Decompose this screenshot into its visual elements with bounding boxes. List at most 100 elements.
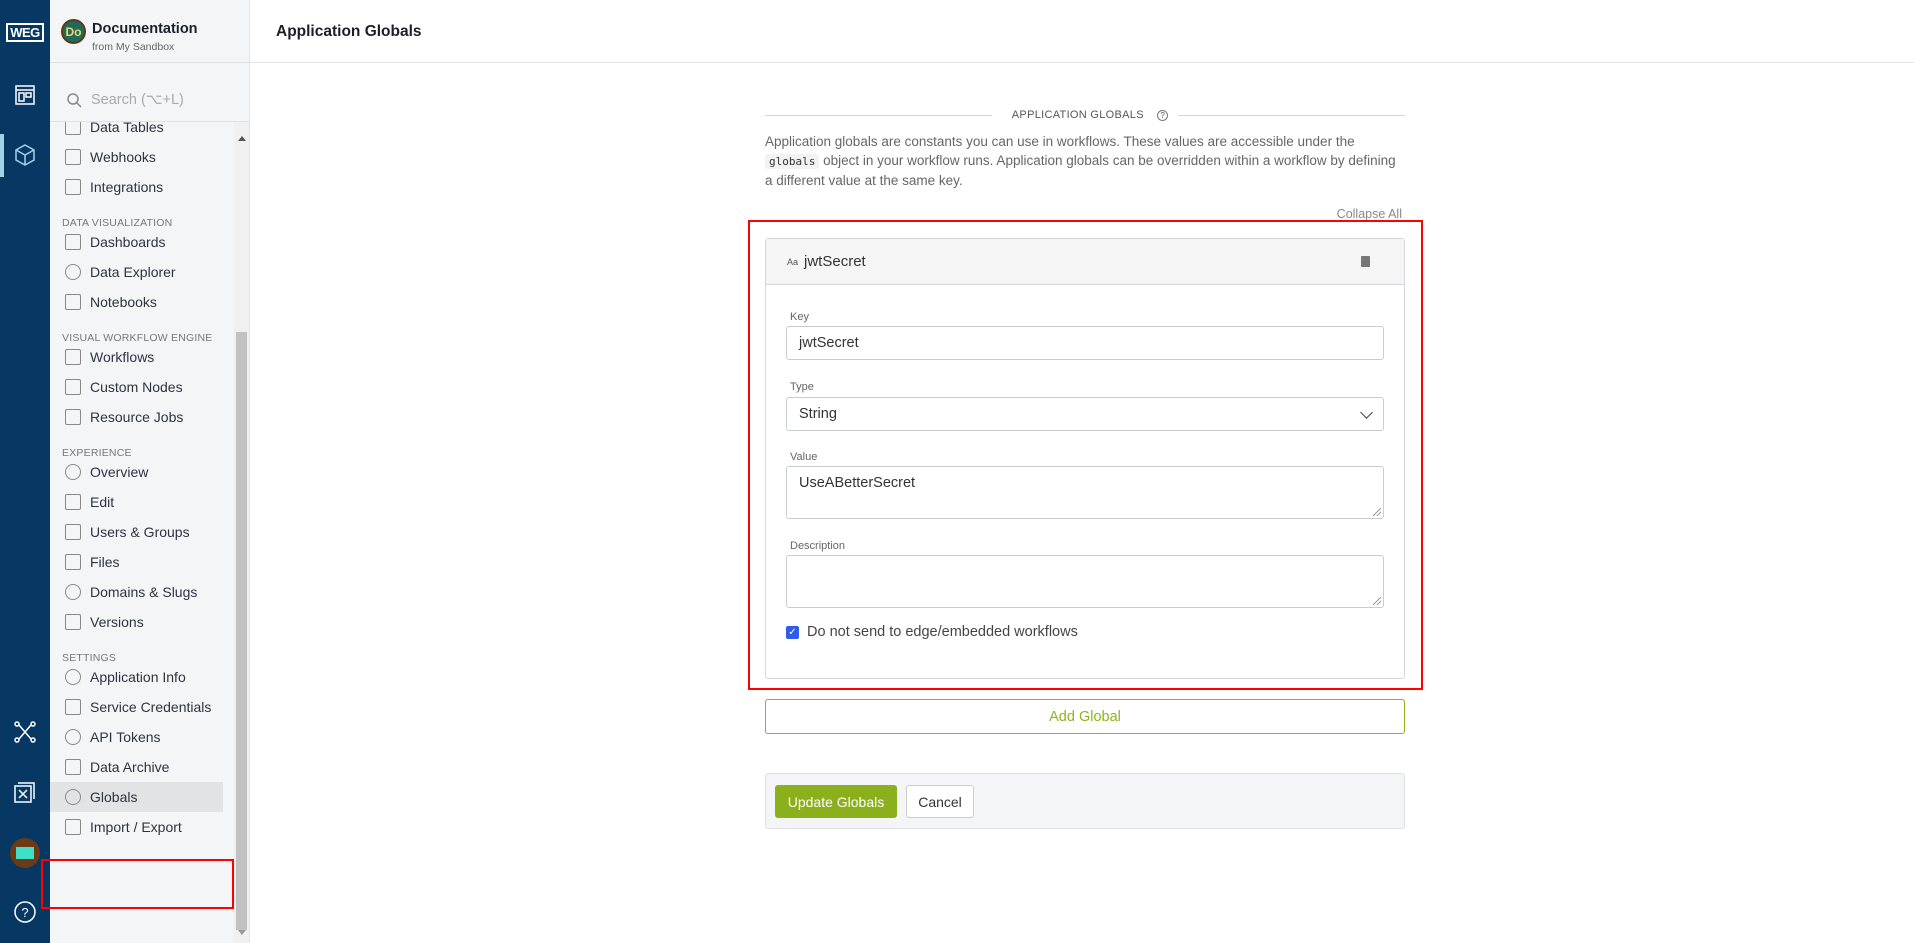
sidebar-item-label: Files	[90, 554, 120, 570]
nav-item-icon	[65, 554, 81, 570]
weg-logo-icon[interactable]: WEG	[6, 19, 44, 45]
search-icon	[67, 93, 82, 108]
dashboard-icon[interactable]	[12, 82, 38, 108]
section-heading: APPLICATION GLOBALS ?	[765, 100, 1405, 130]
collapse-all-link[interactable]: Collapse All	[1337, 207, 1402, 221]
nav-item-icon	[65, 294, 81, 310]
sidebar-item-dashboards[interactable]: Dashboards	[50, 227, 223, 257]
sidebar-item-label: Data Explorer	[90, 264, 176, 280]
sidebar-item-workflows[interactable]: Workflows	[50, 342, 223, 372]
nav-item-icon	[65, 789, 81, 805]
sidebar-item-resource-jobs[interactable]: Resource Jobs	[50, 402, 223, 432]
user-avatar[interactable]	[10, 838, 40, 868]
add-global-button[interactable]: Add Global	[765, 699, 1405, 734]
sidebar-item-users-groups[interactable]: Users & Groups	[50, 517, 223, 547]
resize-handle[interactable]	[1373, 597, 1381, 605]
trash-icon[interactable]	[1361, 256, 1370, 267]
sidebar-item-label: Globals	[90, 789, 138, 805]
sidebar-item-label: Edit	[90, 494, 115, 510]
sidebar-item-label: Versions	[90, 614, 144, 630]
nav-item-icon	[65, 122, 81, 135]
sidebar-item-import-export[interactable]: Import / Export	[50, 812, 223, 842]
value-label: Value	[790, 451, 818, 463]
sidebar-item-data-tables[interactable]: Data Tables	[50, 122, 223, 142]
value-textarea[interactable]: UseABetterSecret	[786, 466, 1384, 519]
form-footer: Update Globals Cancel	[765, 773, 1405, 829]
value-text: UseABetterSecret	[799, 475, 916, 491]
sidebar-item-label: Import / Export	[90, 819, 182, 835]
icon-rail: WEG ?	[0, 0, 50, 943]
cube-icon[interactable]	[12, 142, 38, 168]
nav-item-icon	[65, 464, 81, 480]
resize-handle[interactable]	[1373, 508, 1381, 516]
global-card-header[interactable]: Aa jwtSecret	[766, 239, 1404, 285]
sidebar-item-api-tokens[interactable]: API Tokens	[50, 722, 223, 752]
sidebar: Do Documentation from My Sandbox Search …	[50, 0, 250, 943]
sidebar-item-label: Workflows	[90, 349, 155, 365]
type-select[interactable]: String	[786, 397, 1384, 431]
key-label: Key	[790, 311, 809, 323]
search-input[interactable]: Search (⌥+L)	[50, 79, 250, 122]
sidebar-item-domains-slugs[interactable]: Domains & Slugs	[50, 577, 223, 607]
sidebar-item-custom-nodes[interactable]: Custom Nodes	[50, 372, 223, 402]
workflow-stack-icon[interactable]	[12, 779, 38, 805]
sidebar-item-label: Service Credentials	[90, 699, 212, 715]
nav-item-icon	[65, 379, 81, 395]
nav-item-icon	[65, 669, 81, 685]
nav-item-icon	[65, 819, 81, 835]
sidebar-item-label: Notebooks	[90, 294, 157, 310]
sidebar-item-label: API Tokens	[90, 729, 161, 745]
no-edge-label[interactable]: Do not send to edge/embedded workflows	[807, 624, 1078, 640]
global-card: Aa jwtSecret Key jwtSecret Type String Va…	[765, 238, 1405, 679]
nav-item-icon	[65, 584, 81, 600]
globals-panel: APPLICATION GLOBALS ? Application global…	[765, 100, 1405, 829]
scroll-down-arrow[interactable]	[238, 930, 246, 939]
sidebar-item-label: Users & Groups	[90, 524, 190, 540]
sidebar-item-versions[interactable]: Versions	[50, 607, 223, 637]
sidebar-item-data-explorer[interactable]: Data Explorer	[50, 257, 223, 287]
chevron-down-icon	[1360, 406, 1373, 419]
update-globals-button[interactable]: Update Globals	[775, 785, 897, 818]
org-switcher[interactable]: Do Documentation from My Sandbox	[50, 0, 250, 63]
org-avatar: Do	[61, 19, 86, 44]
org-subtitle: from My Sandbox	[92, 41, 175, 53]
nav-item-icon	[65, 759, 81, 775]
sidebar-item-service-credentials[interactable]: Service Credentials	[50, 692, 223, 722]
nav-item-icon	[65, 494, 81, 510]
sidebar-item-notebooks[interactable]: Notebooks	[50, 287, 223, 317]
org-name: Documentation	[92, 21, 198, 37]
sidebar-item-label: Data Tables	[90, 122, 164, 135]
sidebar-item-label: Domains & Slugs	[90, 584, 198, 600]
active-indicator	[0, 134, 4, 177]
sidebar-scrollbar[interactable]	[234, 122, 249, 943]
help-icon[interactable]: ?	[12, 899, 38, 925]
key-input[interactable]: jwtSecret	[786, 326, 1384, 360]
global-name: jwtSecret	[804, 253, 866, 270]
scrollbar-thumb[interactable]	[236, 332, 247, 930]
network-icon[interactable]	[12, 719, 38, 745]
cancel-button[interactable]: Cancel	[906, 785, 974, 818]
sidebar-item-label: Overview	[90, 464, 149, 480]
nav-item-icon	[65, 149, 81, 165]
nav-item-icon	[65, 729, 81, 745]
sidebar-item-webhooks[interactable]: Webhooks	[50, 142, 223, 172]
description-text: Application globals are constants you ca…	[765, 134, 1396, 188]
globals-code: globals	[765, 154, 820, 169]
nav-item-icon	[65, 614, 81, 630]
sidebar-item-globals[interactable]: Globals	[50, 782, 223, 812]
sidebar-nav: DATA SOURCESData TablesWebhooksIntegrati…	[50, 122, 234, 943]
sidebar-item-integrations[interactable]: Integrations	[50, 172, 223, 202]
sidebar-item-overview[interactable]: Overview	[50, 457, 223, 487]
sidebar-item-files[interactable]: Files	[50, 547, 223, 577]
string-type-icon: Aa	[787, 256, 799, 267]
no-edge-checkbox[interactable]: ✓	[786, 626, 799, 639]
sidebar-item-edit[interactable]: Edit	[50, 487, 223, 517]
scroll-up-arrow[interactable]	[238, 132, 246, 141]
nav-item-icon	[65, 524, 81, 540]
page-title: Application Globals	[276, 23, 422, 40]
help-circle-icon[interactable]: ?	[1157, 110, 1169, 121]
nav-item-icon	[65, 234, 81, 250]
sidebar-item-application-info[interactable]: Application Info	[50, 662, 223, 692]
description-textarea[interactable]	[786, 555, 1384, 608]
sidebar-item-data-archive[interactable]: Data Archive	[50, 752, 223, 782]
